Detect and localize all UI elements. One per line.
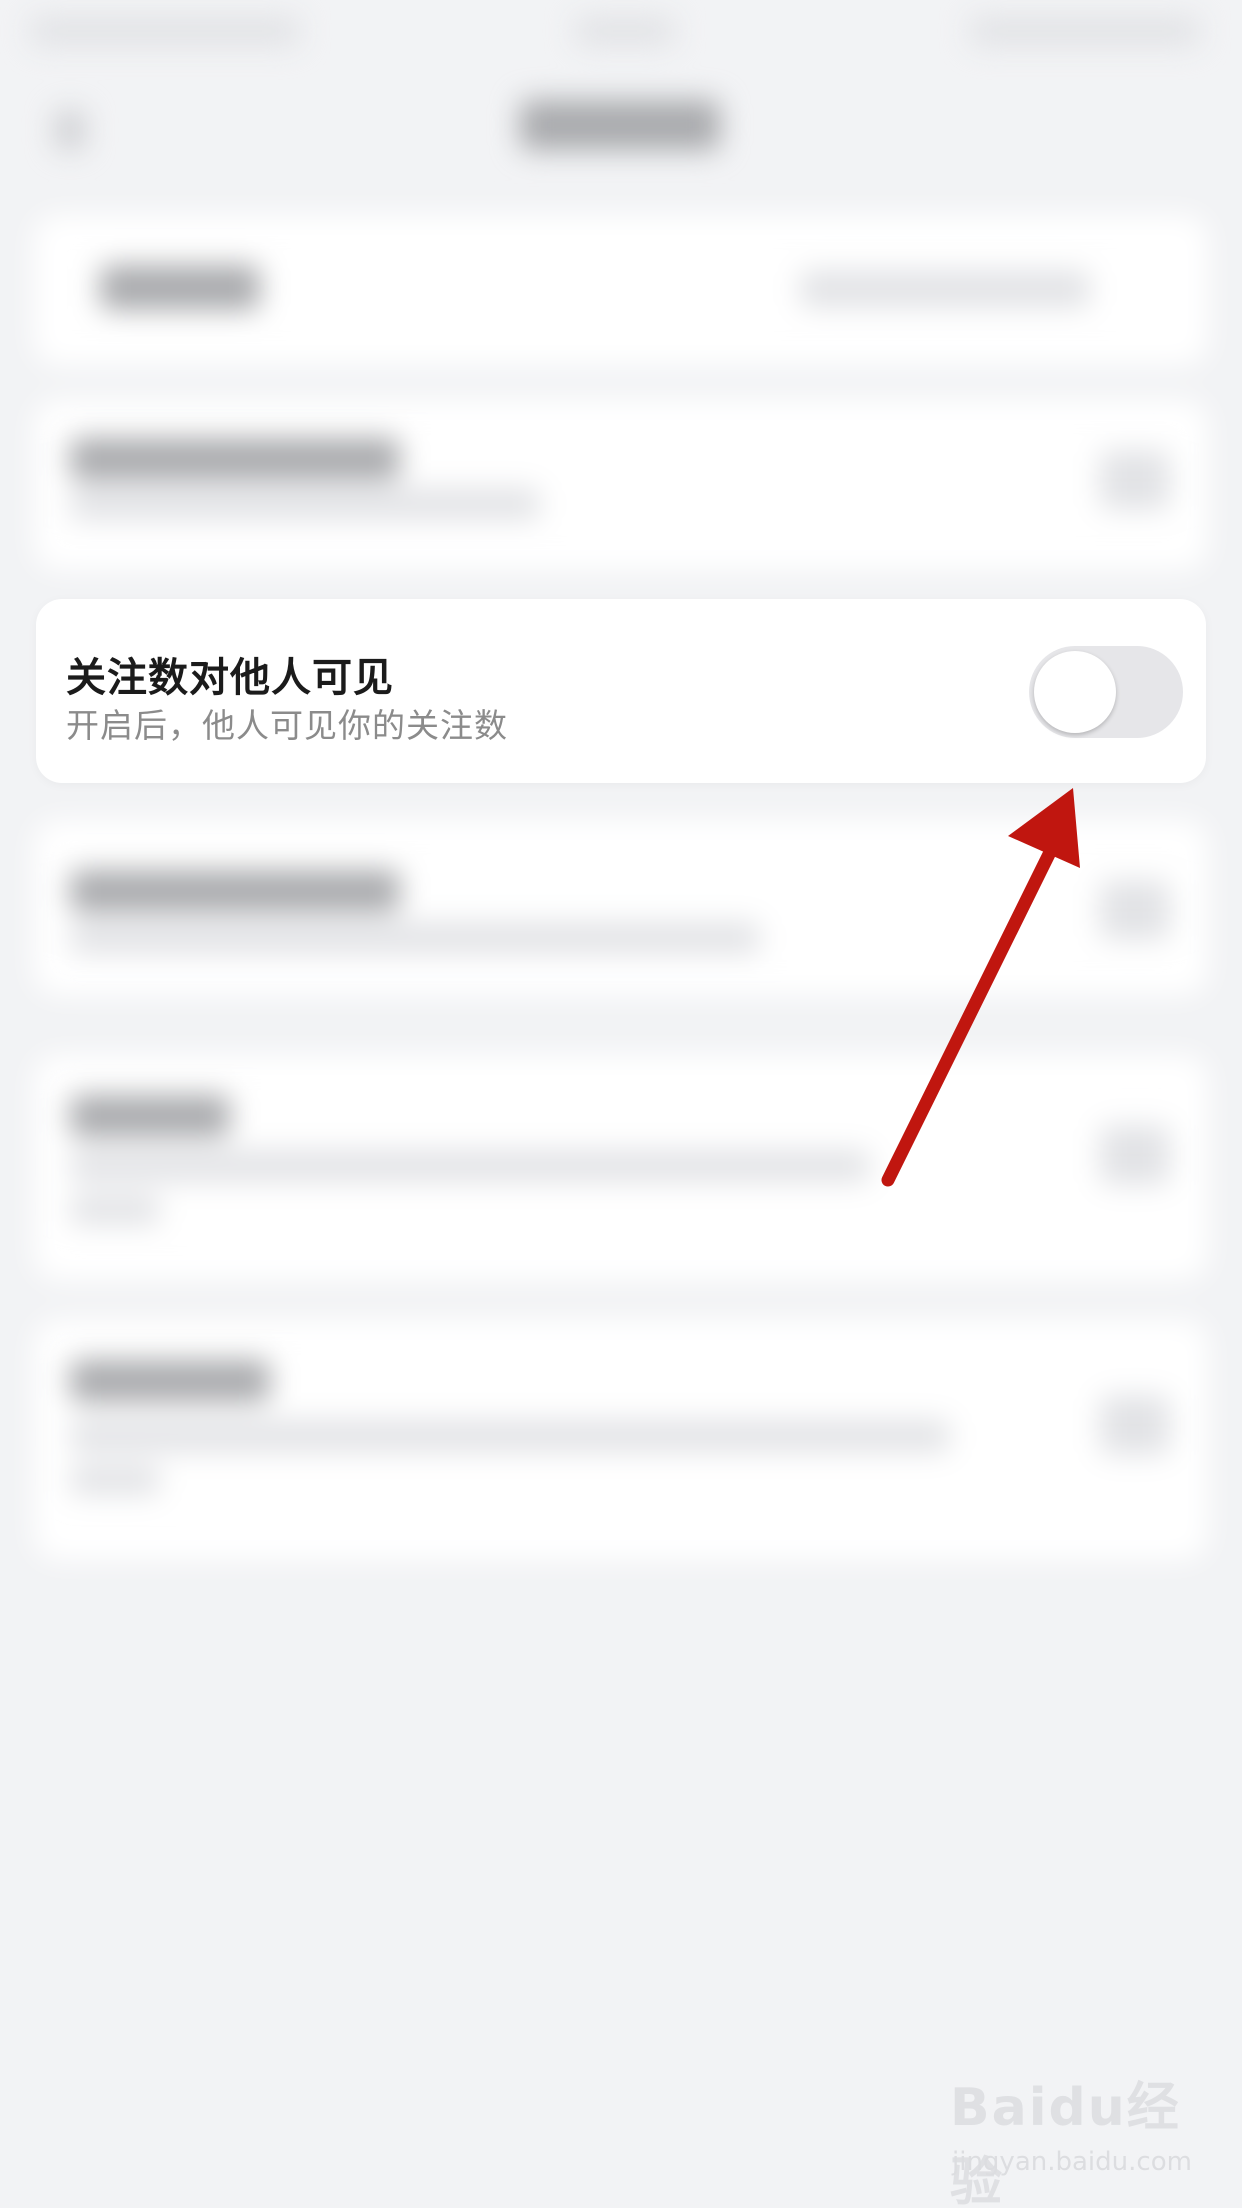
screen: 关注数对他人可见 开启后，他人可见你的关注数 Baidu经验 jingyan.b… [0, 0, 1242, 2208]
arrow-shaft [881, 825, 1067, 1187]
watermark-logo: Baidu经验 [950, 2078, 1181, 2208]
baidu-jingyan-watermark: Baidu经验 jingyan.baidu.com [950, 2065, 1230, 2208]
annotation-arrow-icon [881, 788, 1080, 1187]
watermark-url: jingyan.baidu.com [952, 2147, 1192, 2177]
